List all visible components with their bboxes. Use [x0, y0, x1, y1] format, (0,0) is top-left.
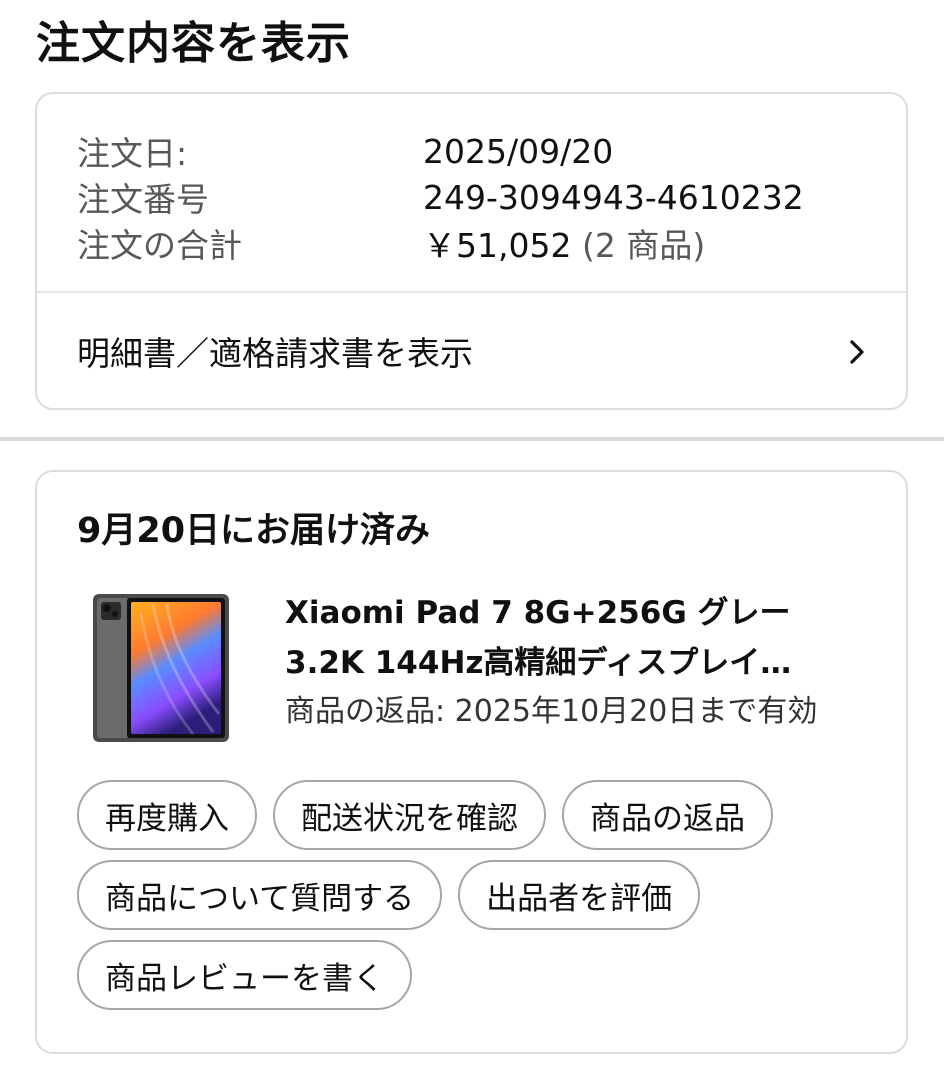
return-item-button[interactable]: 商品の返品 — [562, 780, 773, 850]
track-package-button[interactable]: 配送状況を確認 — [273, 780, 546, 850]
order-date-value: 2025/09/20 — [423, 131, 614, 171]
order-number-value: 249-3094943-4610232 — [423, 177, 804, 217]
write-review-button[interactable]: 商品レビューを書く — [77, 940, 412, 1010]
order-total-row: 注文の合計 ￥51,052 (2 商品) — [77, 220, 804, 266]
order-total-amount: ￥51,052 — [423, 226, 572, 265]
order-total-label: 注文の合計 — [77, 226, 242, 265]
page-title: 注文内容を表示 — [36, 18, 351, 69]
product-title-link[interactable]: Xiaomi Pad 7 8G+256G グレー 3.2K 144Hz高精細ディ… — [285, 588, 875, 688]
order-number-row: 注文番号 249-3094943-4610232 — [77, 174, 804, 220]
rate-seller-button[interactable]: 出品者を評価 — [458, 860, 701, 930]
buy-again-button[interactable]: 再度購入 — [77, 780, 257, 850]
delivery-card: 9月20日にお届け済み Xiaomi Pad 7 8G+256G グレー 3.2… — [35, 470, 908, 1054]
chevron-right-icon — [850, 340, 864, 364]
order-action-buttons: 再度購入 配送状況を確認 商品の返品 商品について質問する 出品者を評価 商品レ… — [77, 780, 877, 1010]
section-divider — [0, 437, 944, 441]
order-date-row: 注文日: 2025/09/20 — [77, 128, 804, 174]
delivery-status-heading: 9月20日にお届け済み — [77, 511, 431, 551]
product-image[interactable] — [93, 594, 229, 742]
order-number-label: 注文番号 — [77, 180, 209, 219]
order-total-value: ￥51,052 (2 商品) — [423, 219, 705, 267]
order-summary-card: 注文日: 2025/09/20 注文番号 249-3094943-4610232… — [35, 92, 908, 410]
order-item-count: (2 商品) — [581, 226, 706, 265]
return-eligibility: 商品の返品: 2025年10月20日まで有効 — [285, 694, 818, 729]
order-summary-rows: 注文日: 2025/09/20 注文番号 249-3094943-4610232… — [77, 128, 804, 266]
ask-product-question-button[interactable]: 商品について質問する — [77, 860, 443, 930]
product-info: Xiaomi Pad 7 8G+256G グレー 3.2K 144Hz高精細ディ… — [285, 588, 875, 734]
order-date-label: 注文日: — [77, 134, 188, 173]
view-invoice-label: 明細書／適格請求書を表示 — [77, 333, 473, 373]
view-invoice-link[interactable]: 明細書／適格請求書を表示 — [37, 293, 906, 408]
